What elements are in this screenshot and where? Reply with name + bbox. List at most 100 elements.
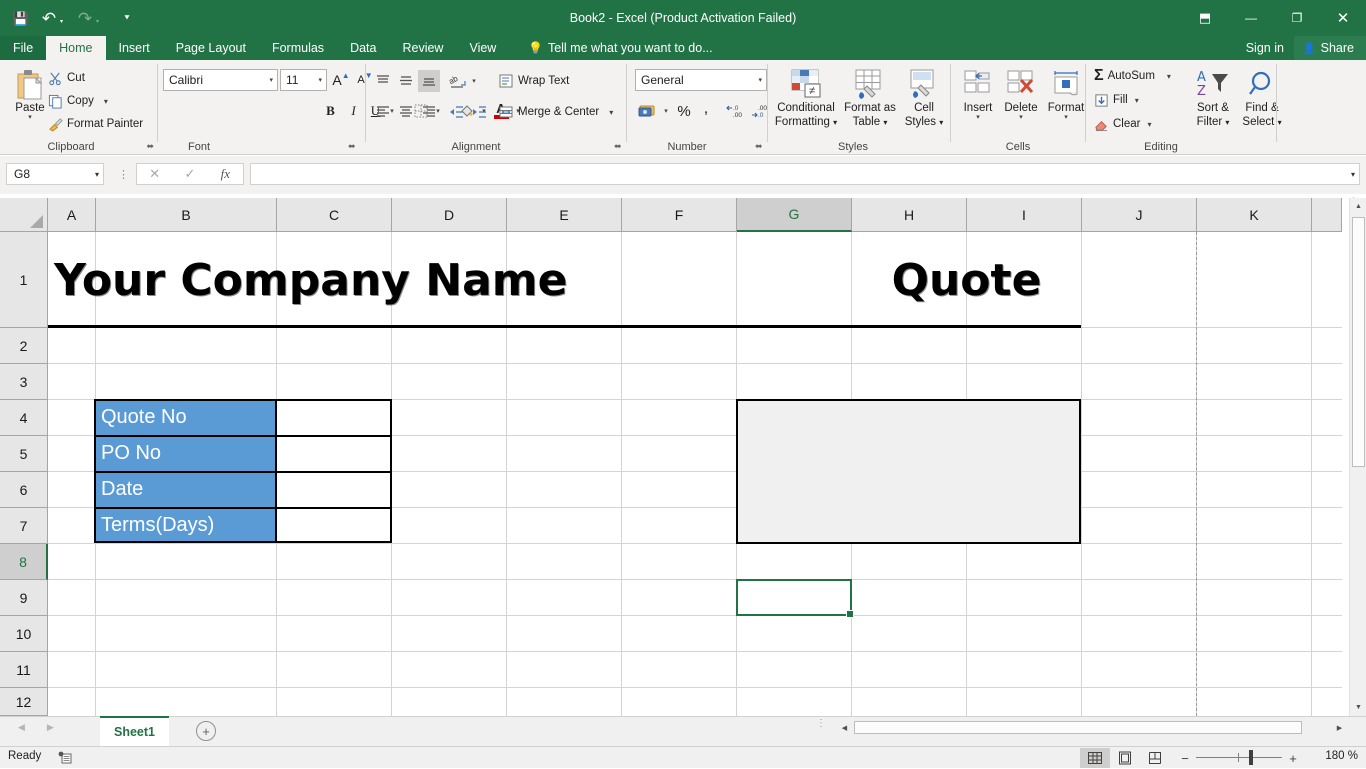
- copy-button[interactable]: Copy ▾: [48, 91, 108, 111]
- vertical-scrollbar[interactable]: ▲ ▼: [1349, 198, 1366, 716]
- zoom-out-button[interactable]: −: [1174, 751, 1196, 766]
- cell-quote-no-label[interactable]: Quote No: [96, 400, 276, 435]
- redo-icon[interactable]: ↷: [72, 5, 98, 31]
- fill-button[interactable]: Fill ▾: [1094, 90, 1139, 110]
- cancel-icon[interactable]: ✕: [137, 166, 172, 182]
- share-button[interactable]: 👤 Share: [1293, 36, 1366, 60]
- row-header-1[interactable]: 1: [0, 232, 48, 328]
- row-header-4[interactable]: 4: [0, 400, 48, 436]
- zoom-slider-thumb[interactable]: [1249, 750, 1253, 765]
- customize-quick-access-icon[interactable]: ⯆: [114, 5, 140, 31]
- normal-view-button[interactable]: [1080, 748, 1110, 768]
- align-bottom-button[interactable]: [418, 70, 440, 92]
- row-header-7[interactable]: 7: [0, 508, 48, 544]
- horizontal-scrollbar[interactable]: ◀ ▶: [836, 719, 1348, 736]
- minimize-button[interactable]: —: [1228, 0, 1274, 36]
- scroll-down-icon[interactable]: ▼: [1350, 699, 1366, 716]
- column-header-j[interactable]: J: [1082, 198, 1197, 232]
- name-box-caret-icon[interactable]: ▾: [95, 170, 99, 179]
- cell-po-no-label[interactable]: PO No: [96, 436, 276, 471]
- insert-function-icon[interactable]: fx: [208, 166, 243, 182]
- delete-cells-button[interactable]: Delete ▾: [999, 66, 1043, 121]
- comma-format-button[interactable]: ,: [695, 98, 717, 120]
- clear-caret-icon[interactable]: ▾: [1147, 120, 1151, 129]
- cell-quote-no-value[interactable]: [277, 400, 391, 435]
- column-header-k[interactable]: K: [1197, 198, 1312, 232]
- vertical-scroll-thumb[interactable]: [1352, 217, 1365, 467]
- align-right-button[interactable]: [418, 101, 440, 123]
- align-middle-button[interactable]: [395, 70, 417, 92]
- format-as-table-button[interactable]: Format as Table ▾: [842, 66, 898, 129]
- cell-date-value[interactable]: [277, 472, 391, 507]
- row-header-6[interactable]: 6: [0, 472, 48, 508]
- font-family-caret-icon[interactable]: ▾: [269, 76, 273, 84]
- scroll-right-icon[interactable]: ▶: [1331, 719, 1348, 736]
- save-icon[interactable]: 💾: [8, 5, 34, 31]
- percent-format-button[interactable]: %: [673, 100, 695, 122]
- row-header-12[interactable]: 12: [0, 688, 48, 716]
- format-cells-button[interactable]: Format ▾: [1043, 66, 1089, 121]
- cell-date-label[interactable]: Date: [96, 472, 276, 507]
- add-sheet-button[interactable]: +: [196, 721, 216, 741]
- cell-quote-title[interactable]: Quote: [852, 232, 1081, 328]
- insert-caret-icon[interactable]: ▾: [976, 114, 980, 121]
- row-header-5[interactable]: 5: [0, 436, 48, 472]
- column-header-c[interactable]: C: [277, 198, 392, 232]
- redo-dropdown-icon[interactable]: ▾: [96, 18, 106, 25]
- undo-icon[interactable]: ↶: [36, 5, 62, 31]
- orientation-caret-icon[interactable]: ▾: [468, 74, 480, 88]
- copy-caret-icon[interactable]: ▾: [104, 97, 108, 106]
- increase-indent-button[interactable]: [469, 101, 491, 123]
- close-button[interactable]: ✕: [1320, 0, 1366, 36]
- accounting-caret-icon[interactable]: ▾: [660, 104, 672, 118]
- align-center-button[interactable]: [395, 101, 417, 123]
- tab-insert[interactable]: Insert: [106, 36, 163, 60]
- enter-icon[interactable]: ✓: [172, 166, 207, 182]
- increase-font-size-button[interactable]: A ▲: [330, 69, 352, 91]
- tab-data[interactable]: Data: [337, 36, 389, 60]
- tab-page-layout[interactable]: Page Layout: [163, 36, 259, 60]
- font-size-caret-icon[interactable]: ▾: [318, 76, 322, 84]
- row-header-2[interactable]: 2: [0, 328, 48, 364]
- sign-in-button[interactable]: Sign in: [1236, 41, 1294, 55]
- merge-center-button[interactable]: Merge & Center ▾: [498, 102, 613, 122]
- conditional-formatting-button[interactable]: ≠ Conditional Formatting ▾: [774, 66, 838, 129]
- format-painter-button[interactable]: Format Painter: [48, 114, 143, 134]
- cell-styles-button[interactable]: Cell Styles ▾: [900, 66, 948, 129]
- row-header-9[interactable]: 9: [0, 580, 48, 616]
- row-header-8[interactable]: 8: [0, 544, 48, 580]
- tab-file[interactable]: File: [0, 36, 47, 60]
- tab-formulas[interactable]: Formulas: [259, 36, 337, 60]
- cell-area[interactable]: Your Company Name Quote Quote No PO No D…: [48, 232, 1342, 716]
- decrease-indent-button[interactable]: [446, 101, 468, 123]
- tab-view[interactable]: View: [456, 36, 509, 60]
- restore-button[interactable]: ❐: [1274, 0, 1320, 36]
- fill-caret-icon[interactable]: ▾: [1135, 96, 1139, 105]
- row-header-10[interactable]: 10: [0, 616, 48, 652]
- column-header-g[interactable]: G: [737, 198, 852, 232]
- orientation-button[interactable]: ab: [446, 70, 468, 92]
- previous-sheet-icon[interactable]: ◀: [18, 722, 25, 733]
- formula-bar-expand-icon[interactable]: ▾: [1351, 170, 1355, 179]
- column-header-i[interactable]: I: [967, 198, 1082, 232]
- tab-review[interactable]: Review: [389, 36, 456, 60]
- macro-record-icon[interactable]: [58, 751, 72, 767]
- cell-po-no-value[interactable]: [277, 436, 391, 471]
- page-layout-view-button[interactable]: [1110, 748, 1140, 768]
- horizontal-scroll-thumb[interactable]: [854, 721, 1302, 734]
- column-header-h[interactable]: H: [852, 198, 967, 232]
- column-header-e[interactable]: E: [507, 198, 622, 232]
- sort-filter-button[interactable]: A Z Sort & Filter ▾: [1190, 66, 1236, 129]
- name-box[interactable]: G8 ▾: [6, 163, 104, 185]
- row-header-11[interactable]: 11: [0, 652, 48, 688]
- merge-center-caret-icon[interactable]: ▾: [609, 108, 613, 117]
- autosum-caret-icon[interactable]: ▾: [1167, 72, 1171, 81]
- formula-input[interactable]: ▾: [250, 163, 1360, 185]
- decrease-decimal-button[interactable]: .0.00: [724, 100, 750, 122]
- autosum-button[interactable]: Σ AutoSum ▾: [1094, 66, 1171, 86]
- zoom-level-label[interactable]: 180 %: [1312, 750, 1358, 762]
- column-header-d[interactable]: D: [392, 198, 507, 232]
- clear-button[interactable]: Clear ▾: [1094, 114, 1152, 134]
- insert-cells-button[interactable]: Insert ▾: [957, 66, 999, 121]
- cut-button[interactable]: Cut: [48, 68, 85, 88]
